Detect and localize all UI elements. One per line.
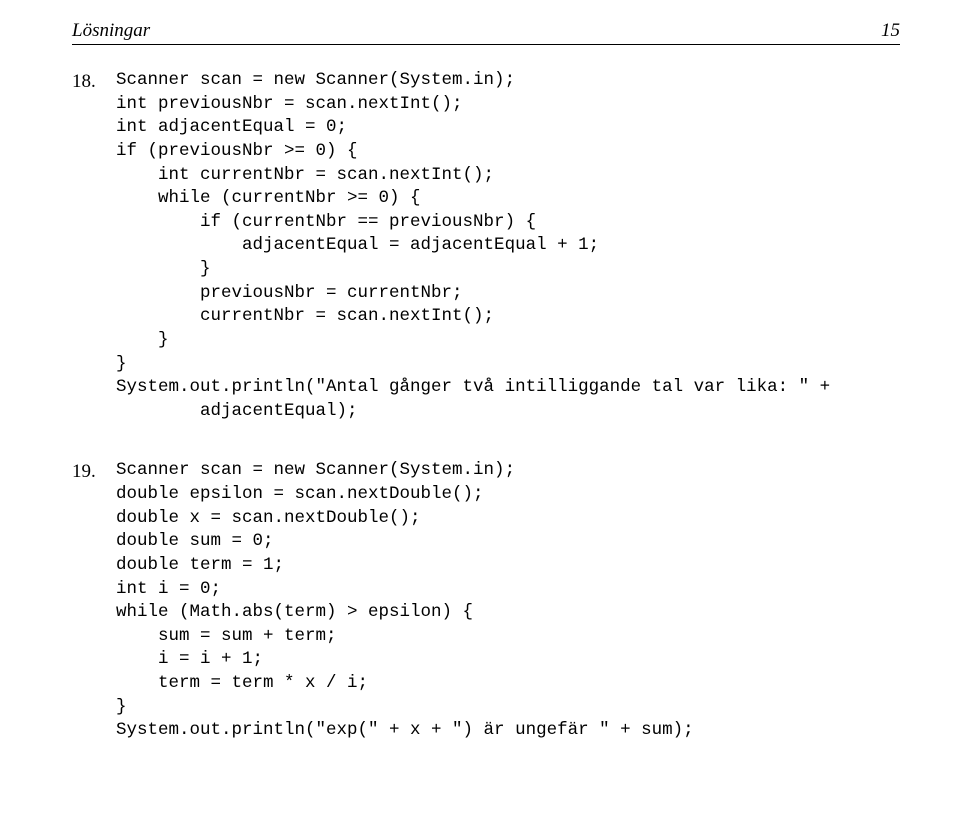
header-rule xyxy=(72,44,900,45)
code-block: Scanner scan = new Scanner(System.in); d… xyxy=(116,459,694,743)
problem-number: 19. xyxy=(72,459,116,485)
problem-number: 18. xyxy=(72,69,116,95)
page-header: Lösningar 15 xyxy=(72,20,900,42)
code-block: Scanner scan = new Scanner(System.in); i… xyxy=(116,69,830,423)
problem-19: 19. Scanner scan = new Scanner(System.in… xyxy=(72,459,900,743)
header-page-number: 15 xyxy=(881,20,900,42)
problem-18: 18. Scanner scan = new Scanner(System.in… xyxy=(72,69,900,423)
page: Lösningar 15 18. Scanner scan = new Scan… xyxy=(0,0,960,799)
header-title: Lösningar xyxy=(72,20,150,42)
